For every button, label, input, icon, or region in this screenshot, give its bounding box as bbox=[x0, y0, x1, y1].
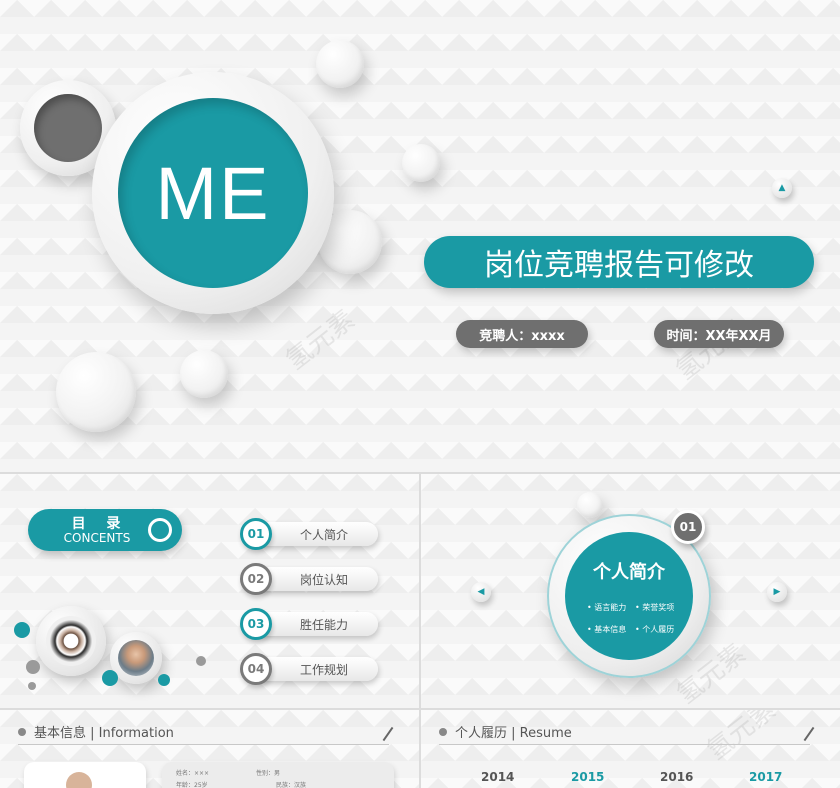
fields-card: 姓名：××× 性别：男 年龄：25岁 民族：汉族 bbox=[162, 762, 394, 788]
toc-item-4[interactable]: 04 工作规划 bbox=[240, 653, 380, 685]
section-circle: 个人简介 • 语言能力 • 荣誉奖项 • 基本信息 • 个人履历 bbox=[565, 532, 693, 660]
profile-photo bbox=[66, 772, 92, 788]
team-photo bbox=[46, 616, 96, 666]
year-2017: 2017 bbox=[749, 770, 783, 784]
toc-subtitle: CONCENTS bbox=[63, 531, 131, 545]
section-item: • 基本信息 bbox=[587, 625, 627, 634]
applicant-label: 竞聘人：xxxx bbox=[456, 320, 588, 348]
bullet-icon bbox=[439, 727, 447, 736]
decor-circle bbox=[402, 144, 440, 182]
info-header-text: 基本信息 | Information bbox=[34, 726, 174, 741]
toc-item-3[interactable]: 03 胜任能力 bbox=[240, 608, 380, 640]
decor-circle bbox=[56, 352, 136, 432]
toc-label: 胜任能力 bbox=[254, 612, 378, 636]
section-title: 个人简介 bbox=[593, 562, 665, 583]
resume-slide: 氢元素 个人履历 | Resume 2014 2015 2016 2017 bbox=[421, 710, 840, 788]
section-item: • 荣誉奖项 bbox=[635, 603, 675, 612]
eye-icon bbox=[148, 518, 172, 542]
me-badge: ME bbox=[118, 98, 308, 288]
field-gender: 性别：男 bbox=[256, 770, 281, 777]
section-item: • 个人履历 bbox=[635, 625, 675, 634]
resume-header-text: 个人履历 | Resume bbox=[455, 726, 572, 741]
toc-title: 目 录 bbox=[71, 516, 129, 532]
toc-label: 岗位认知 bbox=[254, 567, 378, 591]
year-2014: 2014 bbox=[481, 770, 515, 784]
toc-num: 02 bbox=[240, 563, 272, 595]
time-label: 时间：XX年XX月 bbox=[654, 320, 784, 348]
bullet-icon bbox=[18, 727, 26, 736]
pen-icon bbox=[382, 726, 394, 742]
decor-dot bbox=[14, 622, 30, 638]
year-2016: 2016 bbox=[660, 770, 694, 784]
divider bbox=[439, 744, 810, 745]
next-icon[interactable]: ▶ bbox=[767, 582, 787, 602]
decor-dot bbox=[28, 682, 36, 690]
decor-dot bbox=[102, 670, 118, 686]
decor-dot bbox=[196, 656, 206, 666]
field-ethnicity: 民族：汉族 bbox=[276, 782, 307, 788]
grey-dot bbox=[34, 94, 102, 162]
info-header: 基本信息 | Information bbox=[18, 722, 174, 741]
field-age: 年龄：25岁 bbox=[176, 782, 208, 788]
toc-num: 04 bbox=[240, 653, 272, 685]
prev-icon[interactable]: ◀ bbox=[471, 582, 491, 602]
watermark: 氢元素 bbox=[280, 304, 361, 377]
play-icon[interactable]: ▲ bbox=[772, 178, 792, 198]
toc-label: 个人简介 bbox=[254, 522, 378, 546]
toc-header: 目 录 CONCENTS bbox=[28, 509, 182, 551]
toc-item-1[interactable]: 01 个人简介 bbox=[240, 518, 380, 550]
section-slide: 氢元素 ◀ ▶ 个人简介 • 语言能力 • 荣誉奖项 • 基本信息 • 个人履历… bbox=[421, 474, 840, 708]
person-photo bbox=[118, 640, 154, 676]
toc-slide: 目 录 CONCENTS 01 个人简介 02 岗位认知 03 胜任能力 04 … bbox=[0, 474, 419, 708]
decor-circle bbox=[316, 40, 364, 88]
cover-slide: 氢元素 氢元素 ME ▲ 岗位竞聘报告可修改 竞聘人：xxxx 时间：XX年XX… bbox=[0, 0, 840, 472]
year-2015: 2015 bbox=[571, 770, 605, 784]
decor-circle bbox=[180, 350, 228, 398]
cover-title: 岗位竞聘报告可修改 bbox=[424, 236, 814, 288]
pen-icon bbox=[803, 726, 815, 742]
decor-dot bbox=[26, 660, 40, 674]
resume-header: 个人履历 | Resume bbox=[439, 722, 572, 741]
divider bbox=[18, 744, 389, 745]
section-badge: 01 bbox=[671, 510, 705, 544]
decor-circle bbox=[577, 492, 603, 518]
toc-item-2[interactable]: 02 岗位认知 bbox=[240, 563, 380, 595]
profile-card bbox=[24, 762, 146, 788]
toc-label: 工作规划 bbox=[254, 657, 378, 681]
toc-num: 03 bbox=[240, 608, 272, 640]
section-item: • 语言能力 bbox=[587, 603, 627, 612]
field-name: 姓名：××× bbox=[176, 770, 210, 777]
info-slide: 基本信息 | Information 姓名：××× 性别：男 年龄：25岁 民族… bbox=[0, 710, 419, 788]
toc-num: 01 bbox=[240, 518, 272, 550]
watermark: 氢元素 bbox=[701, 710, 782, 767]
decor-dot bbox=[158, 674, 170, 686]
